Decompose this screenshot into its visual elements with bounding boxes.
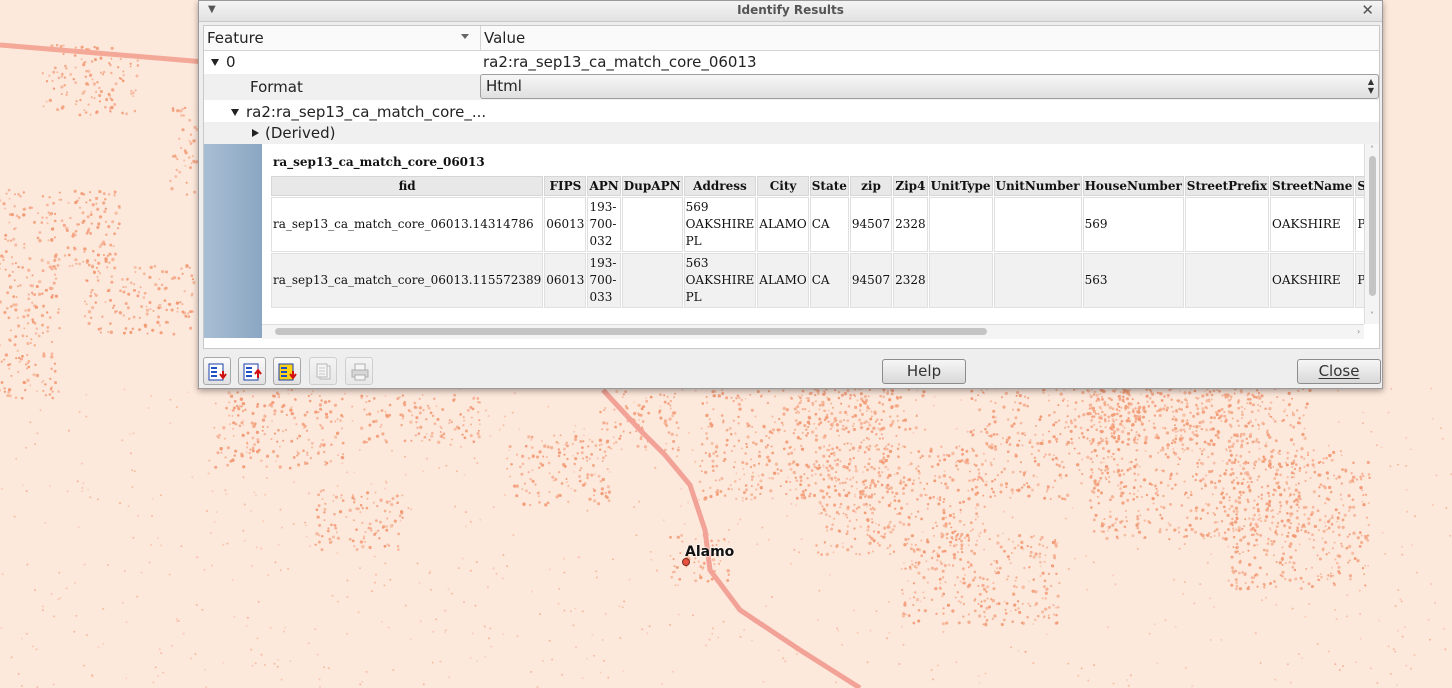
expand-new-results-icon	[278, 363, 297, 381]
expand-tree-icon	[208, 363, 227, 381]
cell-zip: 94507	[849, 197, 893, 252]
feature-column-header[interactable]: Feature	[207, 29, 264, 47]
cell-streettype: PL	[1355, 253, 1364, 308]
cell-address: 569 OAKSHIRE PL	[683, 197, 757, 252]
collapse-tree-button[interactable]	[238, 357, 266, 385]
cell-unitnumber	[993, 197, 1082, 252]
expand-tree-button[interactable]	[203, 357, 231, 385]
value-column-header[interactable]: Value	[484, 29, 525, 47]
vertical-scroll-thumb[interactable]	[1369, 156, 1376, 296]
updown-arrows-icon: ▲ ▼	[1367, 77, 1374, 95]
cell-dupapn	[621, 197, 683, 252]
column-header-fips: FIPS	[544, 176, 587, 196]
column-header-streetname: StreetName	[1269, 176, 1355, 196]
sort-indicator-icon	[461, 34, 469, 39]
town-label: Alamo	[685, 544, 735, 560]
column-header-fid: fid	[271, 176, 544, 196]
column-header-streetprefix: StreetPrefix	[1184, 176, 1269, 196]
cell-unittype	[928, 253, 993, 308]
format-select[interactable]: Html ▲ ▼	[480, 74, 1379, 99]
column-header-unitnumber: UnitNumber	[993, 176, 1082, 196]
identify-results-dialog: ▼ Identify Results ✕ Feature Value 0 ra2…	[198, 0, 1383, 389]
cell-apn: 193- 700- 033	[587, 253, 621, 308]
html-view-margin	[204, 144, 262, 338]
format-label: Format	[250, 78, 303, 96]
cell-city: ALAMO	[757, 197, 809, 252]
copy-icon	[316, 363, 331, 380]
scroll-right-icon[interactable]: ›	[1357, 327, 1360, 336]
cell-fips: 06013	[544, 197, 587, 252]
collapsed-arrow-icon[interactable]	[252, 129, 259, 137]
scroll-down-icon[interactable]: ˅	[1370, 311, 1374, 320]
cell-unitnumber	[993, 253, 1082, 308]
table-row: ra_sep13_ca_match_core_06013.115572389 06…	[271, 253, 1364, 308]
derived-label: (Derived)	[265, 124, 336, 142]
column-header-apn: APN	[587, 176, 621, 196]
table-row: ra_sep13_ca_match_core_06013.14314786 060…	[271, 197, 1364, 252]
cell-zip4: 2328	[893, 253, 928, 308]
cell-city: ALAMO	[757, 253, 809, 308]
feature-value: ra2:ra_sep13_ca_match_core_06013	[483, 53, 757, 71]
html-content: ra_sep13_ca_match_core_06013 fid FIPS APN D…	[262, 144, 1364, 324]
cell-dupapn	[621, 253, 683, 308]
cell-fid: ra_sep13_ca_match_core_06013.115572389	[271, 253, 544, 308]
attribute-table: fid FIPS APN DupAPN Address City State zip Zip4 U…	[270, 175, 1364, 309]
copy-button[interactable]	[309, 357, 337, 385]
cell-streetprefix	[1184, 197, 1269, 252]
table-title: ra_sep13_ca_match_core_06013	[273, 155, 485, 169]
cell-housenumber: 563	[1082, 253, 1184, 308]
layer-name: ra2:ra_sep13_ca_match_core_...	[246, 103, 487, 121]
results-tree[interactable]: Feature Value 0 ra2:ra_sep13_ca_match_co…	[203, 25, 1380, 349]
column-header-streettype: StreetType	[1355, 176, 1364, 196]
column-header-address: Address	[683, 176, 757, 196]
print-button[interactable]	[345, 357, 373, 385]
horizontal-scrollbar[interactable]: ›	[262, 324, 1364, 339]
vertical-scrollbar[interactable]: ˄ ˅	[1364, 144, 1379, 324]
expand-arrow-icon[interactable]	[231, 109, 239, 116]
cell-fid: ra_sep13_ca_match_core_06013.14314786	[271, 197, 544, 252]
collapse-tree-icon	[243, 363, 262, 381]
column-header-dupapn: DupAPN	[621, 176, 683, 196]
layer-row[interactable]: ra2:ra_sep13_ca_match_core_...	[204, 100, 1379, 124]
cell-address: 563 OAKSHIRE PL	[683, 253, 757, 308]
column-header-zip4: Zip4	[893, 176, 928, 196]
cell-streetname: OAKSHIRE	[1269, 253, 1355, 308]
scroll-up-icon[interactable]: ˄	[1370, 145, 1374, 154]
cell-streettype: PL	[1355, 197, 1364, 252]
cell-housenumber: 569	[1082, 197, 1184, 252]
table-header-row: fid FIPS APN DupAPN Address City State zip Zip4 U…	[271, 176, 1364, 196]
feature-row[interactable]: 0 ra2:ra_sep13_ca_match_core_06013	[204, 50, 1379, 74]
expand-arrow-icon[interactable]	[211, 59, 219, 66]
cell-unittype	[928, 197, 993, 252]
print-icon	[351, 363, 369, 381]
html-attribute-view: ra_sep13_ca_match_core_06013 fid FIPS APN D…	[204, 144, 1379, 348]
cell-streetprefix	[1184, 253, 1269, 308]
feature-id: 0	[226, 53, 236, 71]
column-header-city: City	[757, 176, 809, 196]
dialog-title: Identify Results	[737, 3, 844, 17]
close-button[interactable]: Close	[1297, 359, 1381, 384]
title-bar[interactable]: ▼ Identify Results ✕	[199, 1, 1382, 22]
format-selected-value: Html	[486, 77, 522, 95]
horizontal-scroll-thumb[interactable]	[275, 328, 987, 335]
tree-header: Feature Value	[204, 26, 1379, 51]
close-icon[interactable]: ✕	[1361, 1, 1374, 19]
cell-state: CA	[809, 253, 849, 308]
cell-state: CA	[809, 197, 849, 252]
expand-new-results-button[interactable]	[273, 357, 301, 385]
help-button[interactable]: Help	[882, 359, 966, 384]
column-header-state: State	[809, 176, 849, 196]
cell-apn: 193- 700- 032	[587, 197, 621, 252]
column-header-zip: zip	[849, 176, 893, 196]
column-header-unittype: UnitType	[928, 176, 993, 196]
cell-fips: 06013	[544, 253, 587, 308]
derived-row[interactable]: (Derived)	[204, 122, 1379, 144]
column-header-housenumber: HouseNumber	[1082, 176, 1184, 196]
cell-zip4: 2328	[893, 197, 928, 252]
cell-streetname: OAKSHIRE	[1269, 197, 1355, 252]
cell-zip: 94507	[849, 253, 893, 308]
